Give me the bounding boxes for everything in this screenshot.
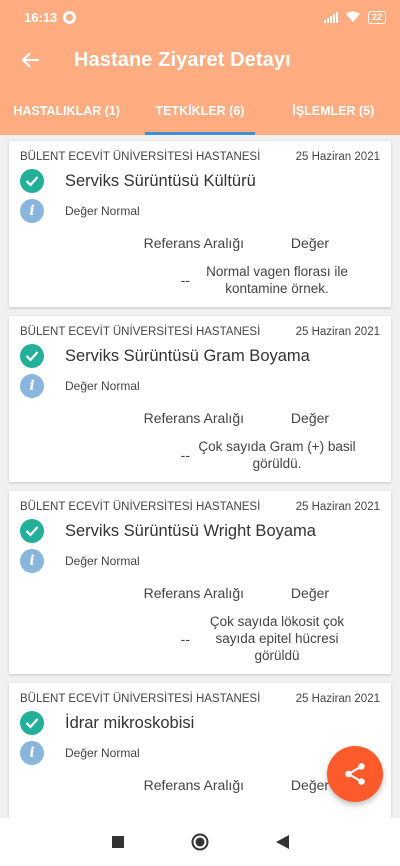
value-header: Değer — [290, 235, 330, 251]
result-value: Çok sayıda lökosit çok sayıda epitel hüc… — [209, 614, 345, 663]
recents-button[interactable] — [77, 818, 159, 866]
circle-icon — [191, 833, 209, 851]
tab-tetkikler[interactable]: TETKİKLER (6) — [133, 86, 266, 135]
test-date: 25 Haziran 2021 — [295, 326, 380, 338]
status-bar: 16:13 22 — [0, 0, 400, 34]
hospital-name: BÜLENT ECEVİT ÜNİVERSİTESİ HASTANESİ — [20, 693, 261, 705]
test-date: 25 Haziran 2021 — [295, 151, 380, 163]
back-nav-button[interactable] — [241, 818, 323, 866]
reference-value: -- — [180, 630, 190, 647]
test-name: İdrar mikroskobisi — [65, 713, 195, 732]
signal-icon — [323, 11, 338, 23]
info-icon: i — [20, 199, 44, 223]
app-header: 16:13 22 Hastane Ziyaret Detayı HASTALIK… — [0, 0, 400, 135]
result-status: Değer Normal — [65, 204, 140, 218]
hospital-name: BÜLENT ECEVİT ÜNİVERSİTESİ HASTANESİ — [20, 151, 261, 163]
reference-value: -- — [180, 272, 190, 288]
result-value: Çok sayıda Gram (+) basil görüldü. — [198, 439, 356, 471]
share-icon — [345, 763, 365, 785]
share-button[interactable] — [327, 746, 383, 802]
reference-header: Referans Aralığı — [143, 777, 244, 793]
test-card[interactable]: BÜLENT ECEVİT ÜNİVERSİTESİ HASTANESİ 25 … — [9, 141, 391, 307]
check-circle-icon — [20, 711, 44, 735]
result-status: Değer Normal — [65, 746, 140, 760]
battery-icon: 22 — [367, 10, 386, 24]
info-icon: i — [20, 549, 44, 573]
system-nav-bar — [0, 818, 400, 866]
value-header: Değer — [290, 585, 330, 601]
value-header: Değer — [290, 410, 330, 426]
page-title: Hastane Ziyaret Detayı — [74, 48, 291, 71]
reference-value: -- — [180, 447, 190, 463]
hospital-name: BÜLENT ECEVİT ÜNİVERSİTESİ HASTANESİ — [20, 501, 261, 513]
test-name: Serviks Sürüntüsü Gram Boyama — [65, 346, 310, 365]
test-name: Serviks Sürüntüsü Wright Boyama — [65, 521, 316, 540]
reference-header: Referans Aralığı — [143, 585, 244, 601]
result-value: Normal vagen florası ile kontamine örnek… — [206, 264, 348, 296]
check-circle-icon — [20, 169, 44, 193]
info-icon: i — [20, 741, 44, 765]
back-button[interactable] — [18, 48, 42, 72]
test-card[interactable]: BÜLENT ECEVİT ÜNİVERSİTESİ HASTANESİ 25 … — [9, 683, 391, 818]
arrow-left-icon — [21, 52, 39, 68]
tab-bar: HASTALIKLAR (1) TETKİKLER (6) İŞLEMLER (… — [0, 86, 400, 135]
result-status: Değer Normal — [65, 379, 140, 393]
test-list: BÜLENT ECEVİT ÜNİVERSİTESİ HASTANESİ 25 … — [0, 135, 400, 818]
hospital-name: BÜLENT ECEVİT ÜNİVERSİTESİ HASTANESİ — [20, 326, 261, 338]
info-icon: i — [20, 374, 44, 398]
test-name: Serviks Sürüntüsü Kültürü — [65, 171, 256, 190]
whatsapp-icon — [63, 10, 77, 24]
test-card[interactable]: BÜLENT ECEVİT ÜNİVERSİTESİ HASTANESİ 25 … — [9, 491, 391, 674]
check-circle-icon — [20, 344, 44, 368]
home-button[interactable] — [159, 818, 241, 866]
status-time: 16:13 — [24, 9, 58, 25]
reference-header: Referans Aralığı — [143, 235, 244, 251]
tab-islemler[interactable]: İŞLEMLER (5) — [267, 86, 400, 135]
test-date: 25 Haziran 2021 — [295, 693, 380, 705]
reference-header: Referans Aralığı — [143, 410, 244, 426]
test-date: 25 Haziran 2021 — [295, 501, 380, 513]
triangle-back-icon — [275, 835, 289, 849]
tab-hastaliklar[interactable]: HASTALIKLAR (1) — [0, 86, 133, 135]
result-status: Değer Normal — [65, 554, 140, 568]
toolbar: Hastane Ziyaret Detayı — [0, 34, 400, 86]
wifi-icon — [345, 11, 360, 22]
check-circle-icon — [20, 519, 44, 543]
square-icon — [112, 836, 124, 848]
test-card[interactable]: BÜLENT ECEVİT ÜNİVERSİTESİ HASTANESİ 25 … — [9, 316, 391, 482]
